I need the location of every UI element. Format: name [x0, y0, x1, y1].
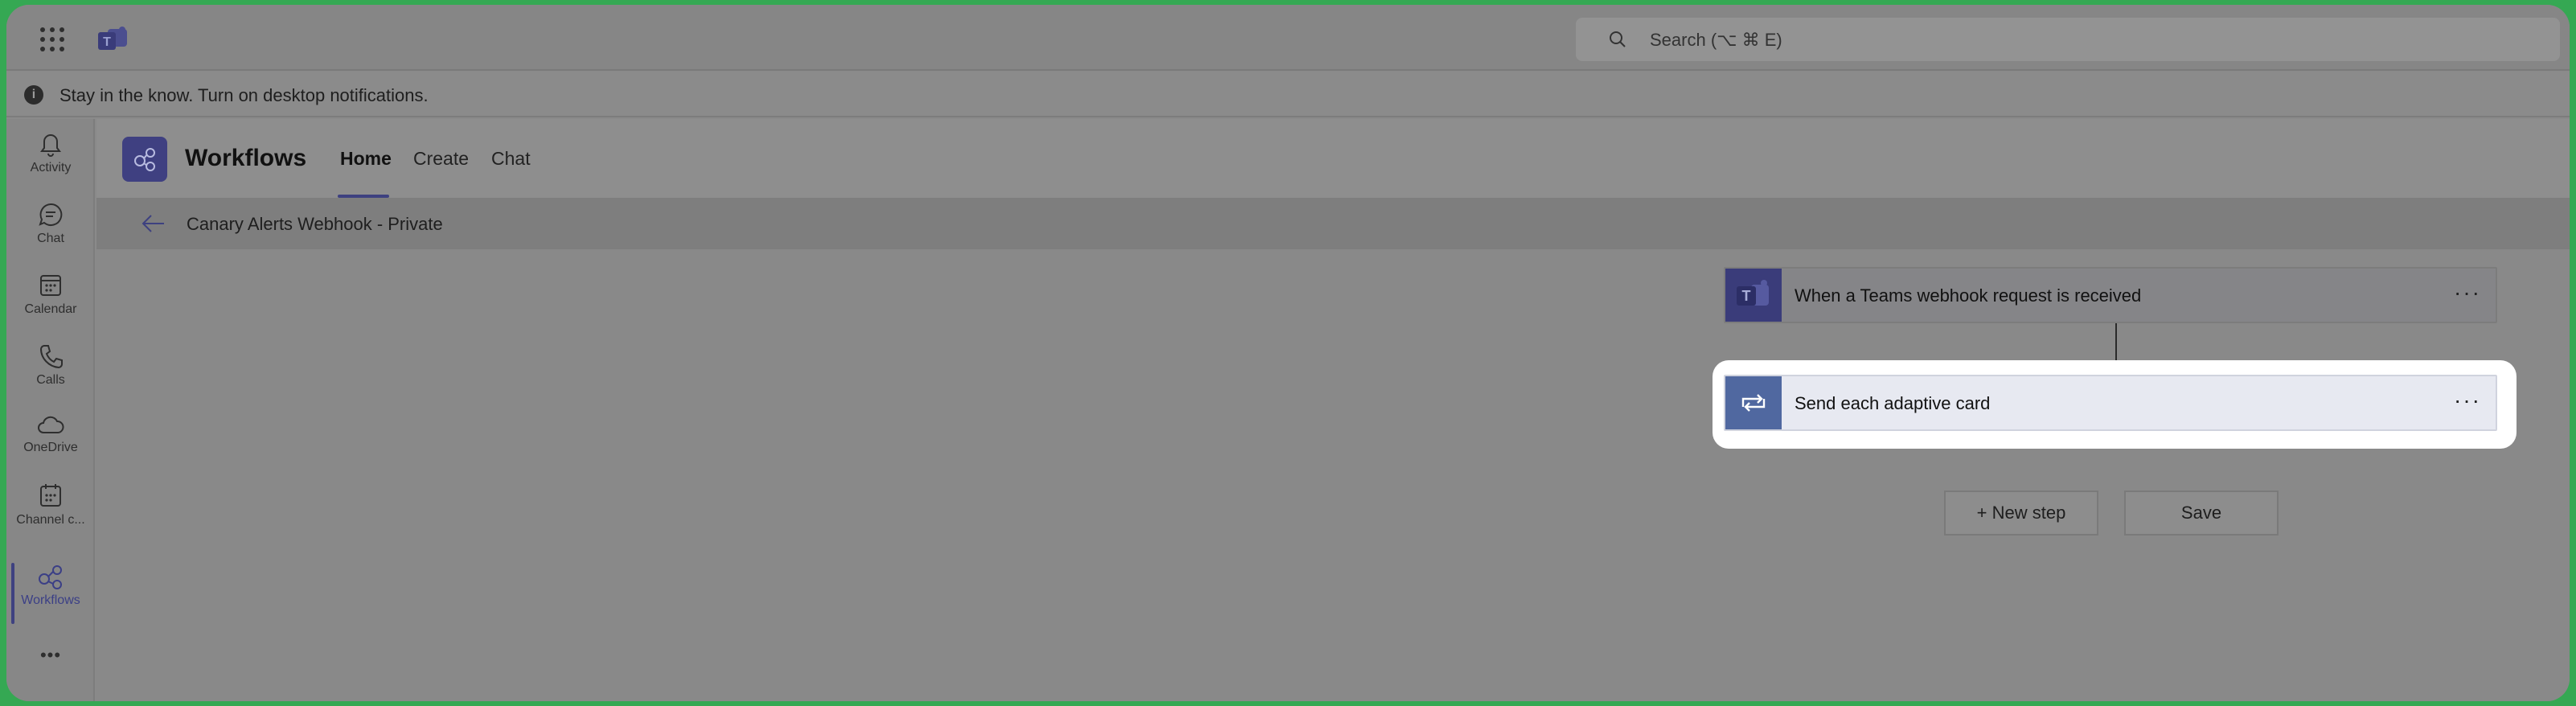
app-title: Workflows	[185, 145, 307, 171]
save-button[interactable]: Save	[2124, 491, 2279, 536]
teams-icon: T	[1725, 269, 1782, 322]
channel-calendar-icon	[40, 484, 61, 507]
notification-banner: i Stay in the know. Turn on desktop noti…	[6, 72, 2570, 117]
svg-text:T: T	[1742, 288, 1751, 304]
app-launcher-icon[interactable]	[40, 27, 64, 51]
step-title: Send each adaptive card	[1795, 393, 1991, 413]
loop-icon	[1725, 376, 1782, 429]
search-placeholder: Search (⌥ ⌘ E)	[1650, 30, 1782, 50]
more-apps-icon[interactable]: •••	[6, 645, 95, 677]
chat-icon	[39, 203, 63, 226]
rail-item-workflows[interactable]: Workflows	[6, 563, 95, 627]
bell-icon	[40, 134, 61, 157]
rail-label: Activity	[30, 161, 72, 174]
teams-logo-icon: T	[98, 27, 127, 50]
rail-label: Chat	[37, 232, 64, 245]
svg-text:T: T	[103, 35, 111, 49]
step-menu-icon[interactable]: ···	[2454, 388, 2481, 413]
workflows-icon	[39, 565, 62, 589]
teams-window: T Search (⌥ ⌘ E) i Stay in the know. Tur…	[6, 5, 2570, 701]
rail-label: Calls	[36, 373, 65, 387]
step-title: When a Teams webhook request is received	[1795, 285, 2142, 306]
rail-item-calls[interactable]: Calls	[6, 343, 95, 407]
rail-label: Channel c...	[16, 513, 85, 527]
workflows-app-icon	[122, 137, 167, 182]
cloud-icon	[38, 416, 64, 433]
step-menu-icon[interactable]: ···	[2454, 280, 2481, 306]
rail-item-activity[interactable]: Activity	[6, 130, 95, 195]
rail-label: OneDrive	[23, 441, 78, 454]
rail-item-chat[interactable]: Chat	[6, 201, 95, 265]
rail-item-onedrive[interactable]: OneDrive	[6, 413, 95, 478]
rail-item-calendar[interactable]: Calendar	[6, 272, 95, 336]
action-step-card[interactable]: Send each adaptive card ···	[1724, 375, 2497, 431]
search-icon	[1610, 31, 1626, 47]
info-icon: i	[24, 85, 43, 105]
search-box[interactable]: Search (⌥ ⌘ E)	[1576, 18, 2560, 61]
flow-title: Canary Alerts Webhook - Private	[187, 214, 443, 234]
notification-text[interactable]: Stay in the know. Turn on desktop notifi…	[59, 85, 429, 106]
trigger-step-card[interactable]: T When a Teams webhook request is receiv…	[1724, 267, 2497, 323]
breadcrumb: Canary Alerts Webhook - Private	[96, 198, 2570, 249]
rail-label: Workflows	[21, 593, 80, 607]
app-header: Workflows Home Create Chat	[96, 119, 2570, 198]
tab-chat[interactable]: Chat	[491, 148, 531, 170]
tab-create[interactable]: Create	[413, 148, 469, 170]
top-bar: T Search (⌥ ⌘ E)	[6, 5, 2570, 71]
calendar-icon	[40, 275, 61, 296]
back-arrow-icon[interactable]	[140, 212, 166, 235]
app-rail: Activity Chat Calendar Calls OneDrive Ch…	[6, 119, 95, 701]
phone-icon	[39, 345, 63, 369]
rail-label: Calendar	[24, 302, 77, 316]
new-step-button[interactable]: + New step	[1944, 491, 2098, 536]
tab-home[interactable]: Home	[340, 148, 392, 170]
rail-item-channel-calendar[interactable]: Channel c...	[6, 482, 95, 547]
